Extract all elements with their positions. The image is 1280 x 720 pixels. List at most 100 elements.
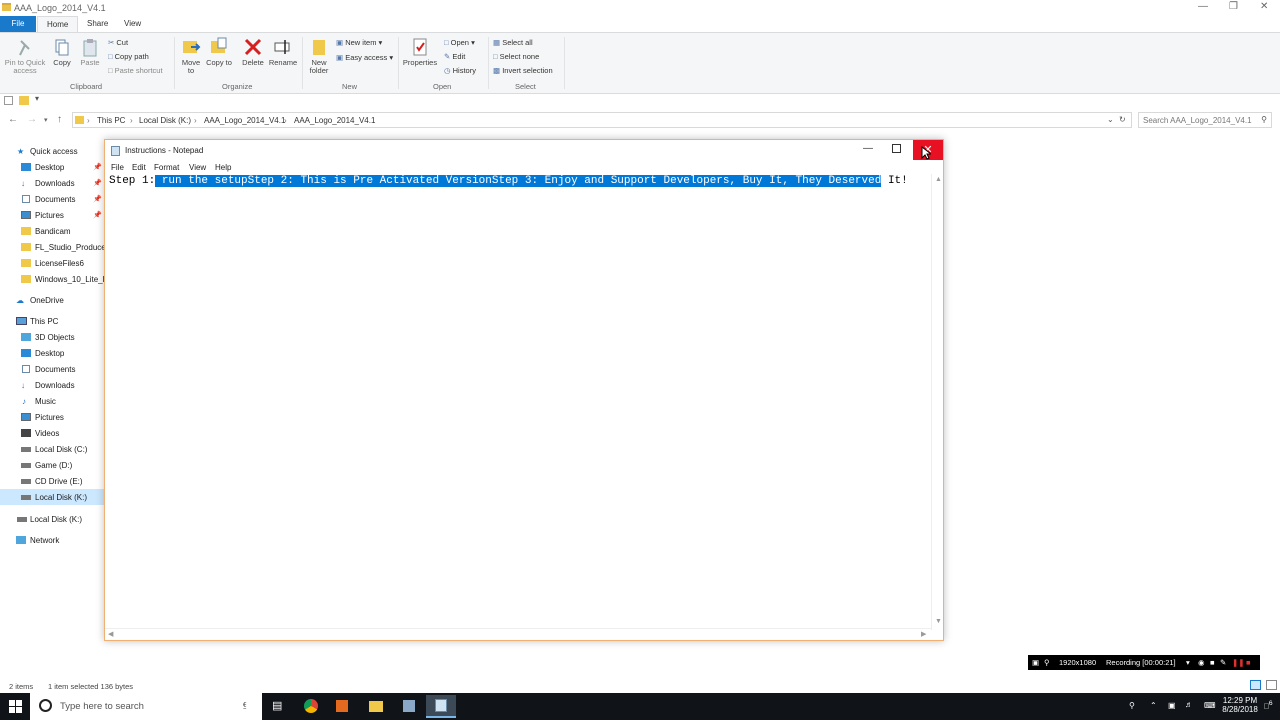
chevron-up-icon[interactable]: ⌃ <box>1150 701 1157 710</box>
refresh-icon[interactable]: ↻ <box>1119 115 1126 124</box>
breadcrumb-subfolder[interactable]: AAA_Logo_2014_V4.1 <box>294 116 375 125</box>
menu-help[interactable]: Help <box>215 163 231 172</box>
breadcrumb-local-disk[interactable]: Local Disk (K:) <box>139 116 191 125</box>
record-stop-icon[interactable]: ■ <box>1246 658 1251 667</box>
volume-icon[interactable]: ♬ <box>1185 700 1193 709</box>
tab-home[interactable]: Home <box>37 16 79 32</box>
properties-check-icon[interactable] <box>4 96 13 105</box>
maximize-icon[interactable] <box>892 144 901 153</box>
keyboard-icon[interactable]: ⌨ <box>1204 701 1216 710</box>
select-none-button[interactable]: □ Select none <box>493 52 539 61</box>
breadcrumb-this-pc[interactable]: This PC <box>97 116 125 125</box>
tab-view[interactable]: View <box>115 16 150 32</box>
nav-item-game-d[interactable]: Game (D:) <box>0 457 104 473</box>
copy-button[interactable]: Copy <box>50 39 74 67</box>
up-arrow-icon[interactable]: ↑ <box>57 114 62 125</box>
easy-access-button[interactable]: ▣ Easy access ▾ <box>336 53 393 62</box>
delete-button[interactable]: Delete <box>240 37 266 67</box>
scroll-left-icon[interactable]: ◀ <box>108 630 113 638</box>
tab-share[interactable]: Share <box>78 16 117 32</box>
nav-item-videos[interactable]: Videos <box>0 425 104 441</box>
nav-item-fl-studio[interactable]: FL_Studio_Producer <box>0 239 104 255</box>
breadcrumb-folder[interactable]: AAA_Logo_2014_V4.1 <box>204 116 285 125</box>
vertical-scrollbar[interactable]: ▲ ▼ <box>931 174 943 630</box>
history-button[interactable]: ◷ History <box>444 66 476 75</box>
properties-button[interactable]: Properties <box>402 37 438 67</box>
open-button[interactable]: □ Open ▾ <box>444 38 475 47</box>
nav-item-licensefiles[interactable]: LicenseFiles6 <box>0 255 104 271</box>
nav-network[interactable]: Network <box>0 532 104 548</box>
tab-file[interactable]: File <box>0 16 36 32</box>
minimize-icon[interactable]: — <box>1198 1 1208 12</box>
file-explorer-taskbar-button[interactable] <box>361 695 391 718</box>
minimize-icon[interactable]: — <box>863 143 873 154</box>
pause-icon[interactable]: ❚❚ <box>1232 658 1245 667</box>
action-center-icon[interactable]: □6 <box>1264 700 1273 711</box>
menu-format[interactable]: Format <box>154 163 179 172</box>
horizontal-scrollbar[interactable]: ◀ ▶ <box>105 628 931 640</box>
address-bar[interactable]: › This PC › Local Disk (K:) › AAA_Logo_2… <box>72 112 1132 128</box>
windows-start-icon[interactable] <box>9 700 22 713</box>
nav-item-pc-downloads[interactable]: ↓ Downloads <box>0 377 104 393</box>
scroll-right-icon[interactable]: ▶ <box>921 630 926 638</box>
clock[interactable]: 12:29 PM 8/28/2018 <box>1222 696 1258 714</box>
cut-button[interactable]: ✂ Cut <box>108 38 128 47</box>
nav-item-pc-pictures[interactable]: Pictures <box>0 409 104 425</box>
pin-quick-access-button[interactable]: Pin to Quick access <box>2 39 48 75</box>
customize-quick-access-icon[interactable]: ▾ <box>35 94 39 103</box>
notepad-window[interactable]: Instructions - Notepad — ✕ File Edit For… <box>104 139 944 641</box>
copy-path-button[interactable]: □ Copy path <box>108 52 149 61</box>
nav-this-pc[interactable]: This PC <box>0 313 104 329</box>
back-arrow-icon[interactable]: ← <box>8 114 18 125</box>
nav-item-local-disk-k[interactable]: Local Disk (K:) <box>0 489 104 505</box>
rename-button[interactable]: Rename <box>268 37 298 67</box>
nav-item-local-disk-c[interactable]: Local Disk (C:) <box>0 441 104 457</box>
nav-item-downloads[interactable]: ↓ Downloads 📌 <box>0 175 104 191</box>
maximize-icon[interactable]: ❐ <box>1229 1 1238 12</box>
edit-button[interactable]: ✎ Edit <box>444 52 465 61</box>
copy-to-button[interactable]: Copy to <box>206 37 232 67</box>
nav-item-pc-desktop[interactable]: Desktop <box>0 345 104 361</box>
camera-icon[interactable]: ◉ <box>1198 658 1205 667</box>
nav-item-desktop[interactable]: Desktop 📌 <box>0 159 104 175</box>
nav-onedrive[interactable]: ☁ OneDrive <box>0 292 104 308</box>
scroll-down-icon[interactable]: ▼ <box>935 618 942 625</box>
large-icons-view-icon[interactable] <box>1266 680 1277 690</box>
nav-item-documents[interactable]: Documents 📌 <box>0 191 104 207</box>
invert-selection-button[interactable]: ▩ Invert selection <box>493 66 553 75</box>
address-dropdown-icon[interactable]: ⌄ <box>1107 115 1114 124</box>
nav-item-bandicam[interactable]: Bandicam <box>0 223 104 239</box>
paste-button[interactable]: Paste <box>78 39 102 67</box>
notepad-taskbar-button[interactable] <box>426 695 456 718</box>
nav-item-cd-drive-e[interactable]: CD Drive (E:) <box>0 473 104 489</box>
menu-view[interactable]: View <box>189 163 206 172</box>
nav-item-pictures[interactable]: Pictures 📌 <box>0 207 104 223</box>
nav-item-3d-objects[interactable]: 3D Objects <box>0 329 104 345</box>
microphone-icon[interactable]: ⍷ <box>242 699 248 710</box>
stop-icon[interactable]: ■ <box>1210 658 1215 667</box>
zoom-icon[interactable]: ⚲ <box>1044 658 1050 667</box>
nav-item-windows-lite[interactable]: Windows_10_Lite_Ed <box>0 271 104 287</box>
menu-file[interactable]: File <box>111 163 124 172</box>
recent-dropdown-icon[interactable]: ▾ <box>44 116 48 124</box>
new-folder-quick-icon[interactable] <box>19 96 29 105</box>
chevron-down-icon[interactable]: ▾ <box>1186 658 1190 667</box>
scroll-up-icon[interactable]: ▲ <box>935 176 942 183</box>
forward-arrow-icon[interactable]: → <box>27 114 37 125</box>
details-view-icon[interactable] <box>1250 680 1261 690</box>
nav-item-music[interactable]: ♪ Music <box>0 393 104 409</box>
new-folder-button[interactable]: New folder <box>306 37 332 75</box>
network-icon[interactable]: ▣ <box>1168 701 1176 710</box>
menu-edit[interactable]: Edit <box>132 163 146 172</box>
paste-shortcut-button[interactable]: □ Paste shortcut <box>108 66 163 75</box>
new-item-button[interactable]: ▣ New item ▾ <box>336 38 382 47</box>
close-icon[interactable]: ✕ <box>1260 1 1268 12</box>
app-taskbar-button[interactable] <box>394 695 424 718</box>
notepad-titlebar[interactable]: Instructions - Notepad — ✕ <box>105 140 943 162</box>
nav-quick-access[interactable]: ★ Quick access <box>0 143 104 159</box>
nav-local-disk-k-root[interactable]: Local Disk (K:) <box>0 511 104 527</box>
notepad-text-area[interactable]: Step 1: run the setupStep 2: This is Pre… <box>109 175 908 187</box>
nav-item-pc-documents[interactable]: Documents <box>0 361 104 377</box>
media-player-taskbar-button[interactable] <box>327 695 357 718</box>
search-input[interactable]: Search AAA_Logo_2014_V4.1 ⚲ <box>1138 112 1272 128</box>
